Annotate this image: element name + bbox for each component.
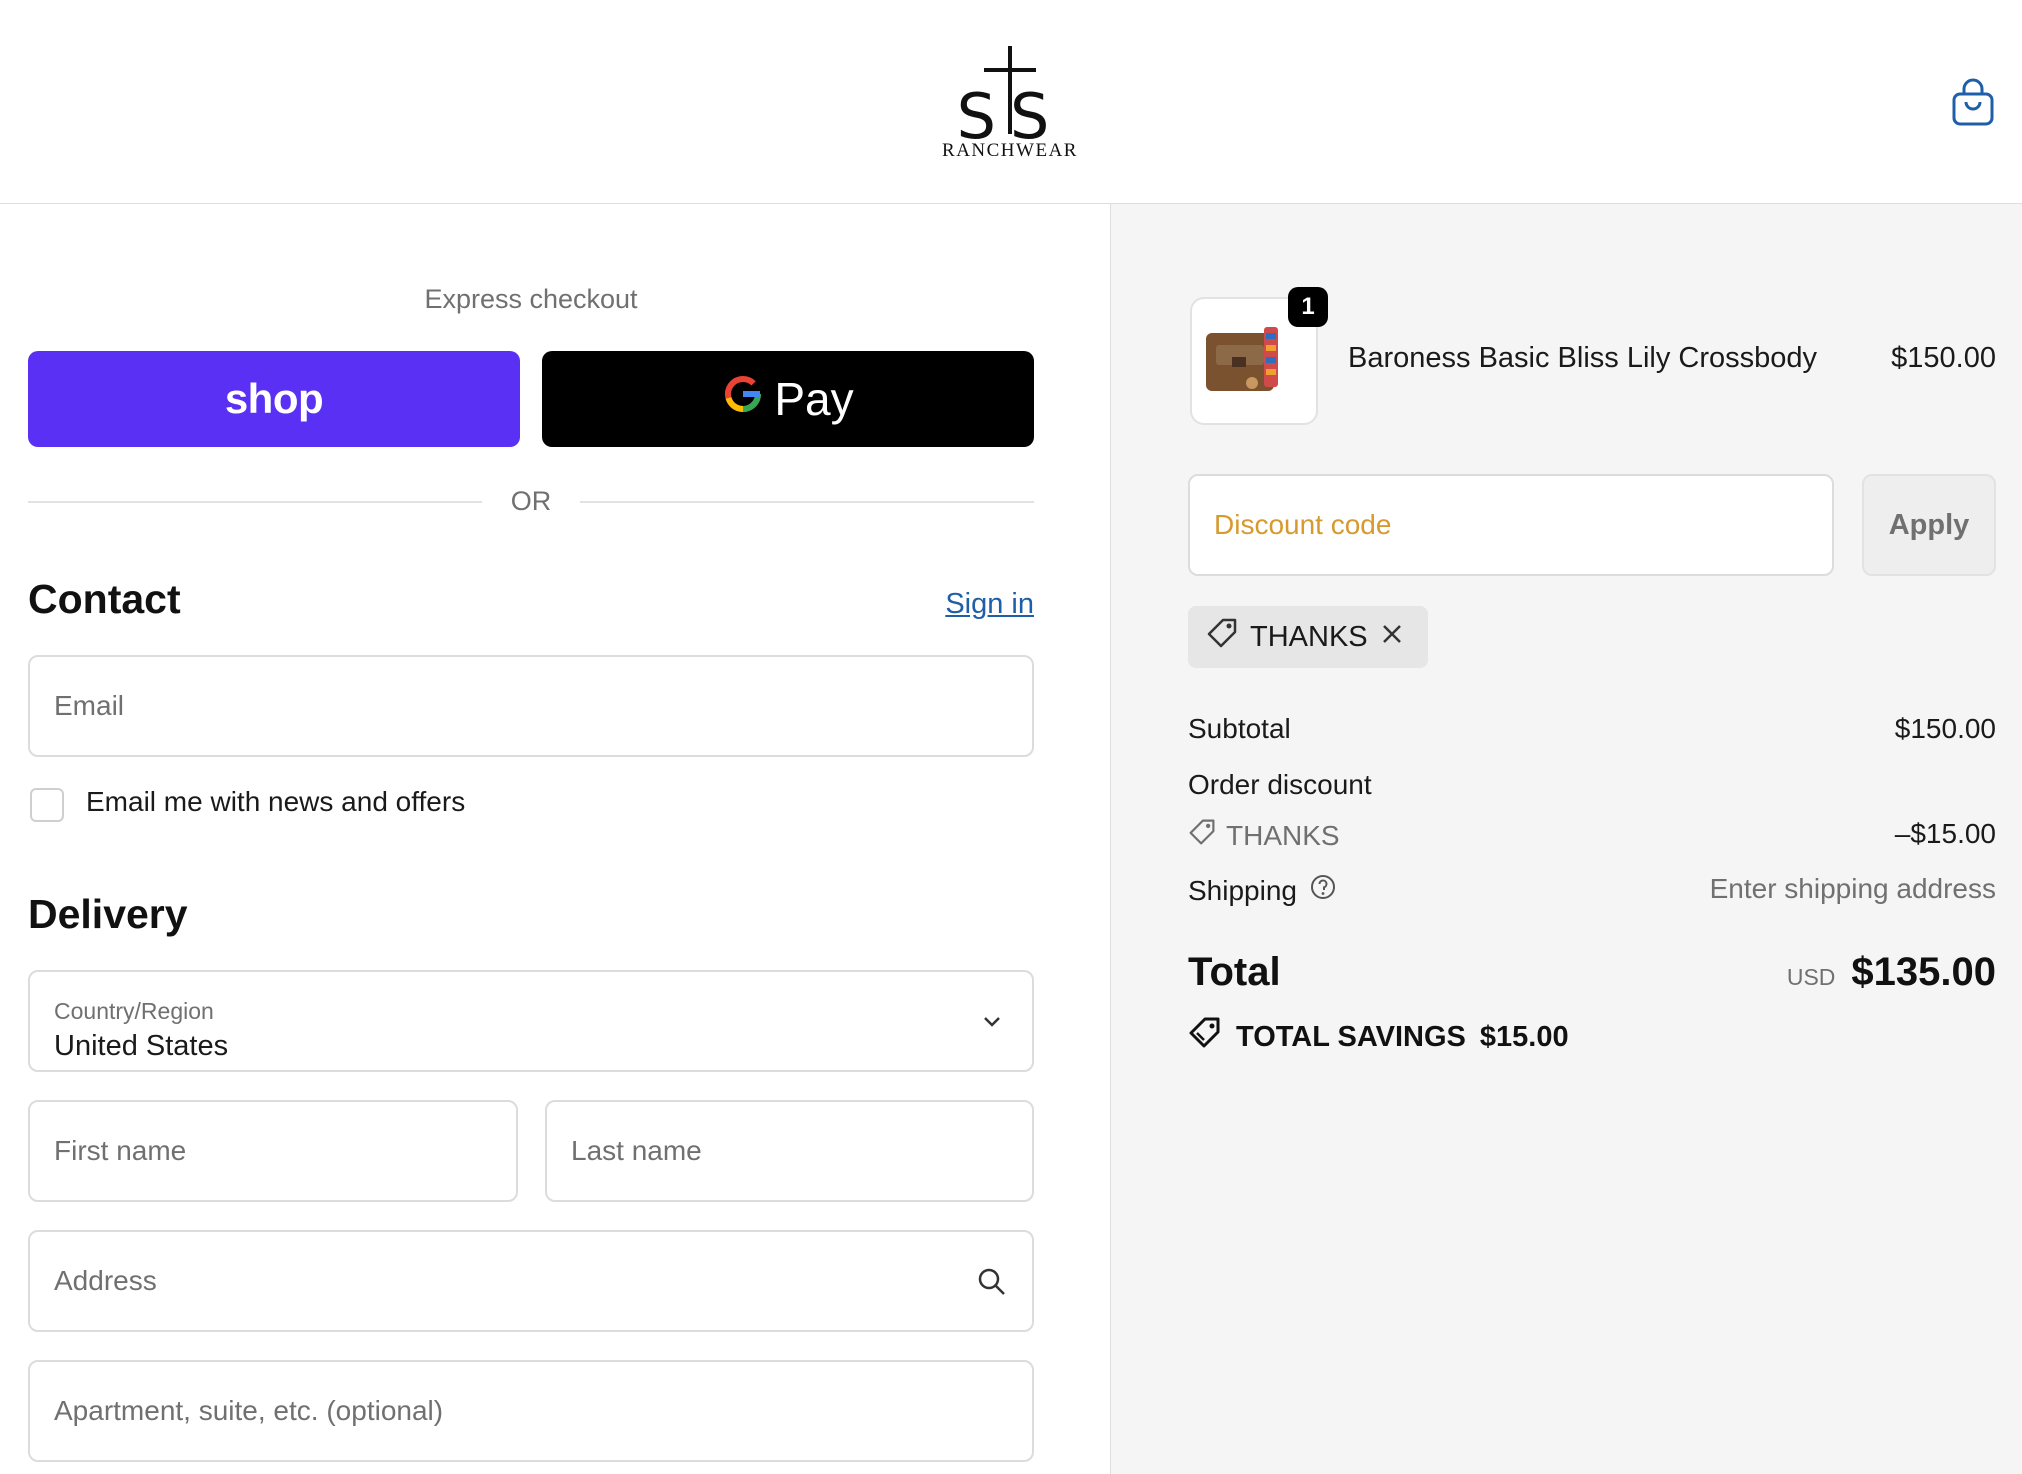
country-value: United States xyxy=(54,1030,229,1062)
quantity-badge: 1 xyxy=(1288,287,1328,327)
discount-code-row: THANKS xyxy=(1188,818,1340,853)
currency-code: USD xyxy=(1786,964,1836,990)
total-value: $135.00 xyxy=(1851,950,1996,994)
sign-in-link[interactable]: Sign in xyxy=(945,588,1034,621)
apartment-field[interactable]: Apartment, suite, etc. (optional) xyxy=(28,1360,1034,1462)
first-name-field[interactable]: First name xyxy=(28,1100,518,1202)
apartment-placeholder: Apartment, suite, etc. (optional) xyxy=(54,1395,444,1426)
chevron-down-icon xyxy=(980,1008,1004,1040)
header: SS RANCHWEAR xyxy=(0,0,2022,204)
google-pay-button[interactable]: Pay xyxy=(542,351,1034,447)
order-discount-label: Order discount xyxy=(1188,769,1372,800)
or-divider-text: OR xyxy=(510,486,552,516)
tag-icon xyxy=(1206,617,1238,657)
or-divider-left xyxy=(28,501,482,503)
shipping-value: Enter shipping address xyxy=(1709,873,1996,904)
applied-discount-chip: THANKS xyxy=(1188,606,1428,668)
total-label: Total xyxy=(1188,950,1281,994)
total-amount: USD $135.00 xyxy=(1787,950,1996,995)
express-checkout-title: Express checkout xyxy=(424,284,638,314)
last-name-field[interactable]: Last name xyxy=(545,1100,1034,1202)
remove-discount-icon[interactable] xyxy=(1380,621,1404,654)
email-placeholder: Email xyxy=(54,690,125,721)
delivery-heading: Delivery xyxy=(28,891,188,937)
shop-pay-button[interactable]: shop xyxy=(28,351,520,447)
or-divider-right xyxy=(580,501,1034,503)
country-label: Country/Region xyxy=(54,998,214,1024)
total-savings-label: TOTAL SAVINGS xyxy=(1236,1020,1466,1053)
savings-tag-icon xyxy=(1188,1016,1222,1058)
shopping-bag-icon[interactable] xyxy=(1950,78,1996,128)
newsletter-checkbox[interactable] xyxy=(30,788,64,822)
shipping-row: Shipping xyxy=(1188,873,1337,908)
total-savings-row: TOTAL SAVINGS $15.00 xyxy=(1188,1016,1569,1058)
svg-text:RANCHWEAR: RANCHWEAR xyxy=(942,140,1078,161)
discount-code-name: THANKS xyxy=(1226,819,1340,851)
discount-value: –$15.00 xyxy=(1894,818,1996,849)
address-field[interactable]: Address xyxy=(28,1230,1034,1332)
product-price: $150.00 xyxy=(1891,342,1996,374)
total-savings-value: $15.00 xyxy=(1479,1020,1569,1053)
product-name: Baroness Basic Bliss Lily Crossbody xyxy=(1348,342,1818,374)
last-name-placeholder: Last name xyxy=(571,1135,702,1166)
contact-heading: Contact xyxy=(28,576,181,622)
first-name-placeholder: First name xyxy=(54,1135,187,1166)
shipping-label: Shipping xyxy=(1188,874,1297,906)
google-pay-label: Pay xyxy=(774,373,854,425)
help-icon[interactable] xyxy=(1309,873,1337,908)
search-icon xyxy=(976,1266,1008,1305)
shop-pay-label: shop xyxy=(224,375,324,422)
country-select[interactable]: Country/Region United States xyxy=(28,970,1034,1072)
apply-discount-button[interactable]: Apply xyxy=(1862,474,1996,576)
google-g-icon xyxy=(722,372,764,426)
email-field[interactable]: Email xyxy=(28,655,1034,757)
address-placeholder: Address xyxy=(54,1265,157,1296)
tag-icon xyxy=(1188,818,1216,853)
newsletter-label: Email me with news and offers xyxy=(86,786,466,817)
sts-ranchwear-logo[interactable]: SS RANCHWEAR xyxy=(930,38,1090,166)
subtotal-label: Subtotal xyxy=(1188,713,1291,744)
discount-code-input[interactable]: Discount code xyxy=(1188,474,1834,576)
subtotal-value: $150.00 xyxy=(1894,713,1996,744)
applied-discount-code: THANKS xyxy=(1250,620,1368,653)
discount-code-placeholder: Discount code xyxy=(1214,509,1392,540)
